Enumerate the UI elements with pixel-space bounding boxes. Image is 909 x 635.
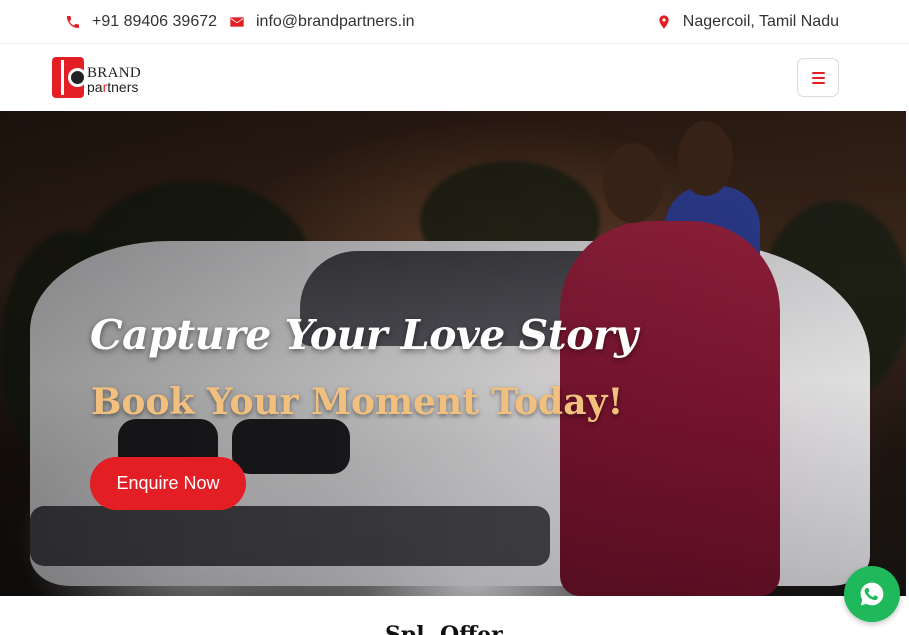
main-navbar: BRAND partners	[0, 44, 909, 111]
logo-wordmark: BRAND partners	[87, 66, 141, 95]
phone-icon	[67, 16, 79, 28]
phone-number: +91 89406 39672	[92, 13, 218, 30]
contact-email[interactable]: info@brandpartners.in	[229, 0, 415, 44]
logo-partners-text: partners	[87, 80, 141, 94]
hamburger-menu-icon-bar	[811, 76, 825, 79]
hamburger-menu-icon-bar	[811, 81, 825, 84]
location-text: Nagercoil, Tamil Nadu	[682, 13, 839, 30]
hero-title: Capture Your Love Story	[90, 311, 638, 359]
hamburger-menu-button[interactable]	[797, 58, 839, 97]
logo-partners-pre: pa	[87, 79, 103, 95]
hamburger-menu-icon	[811, 71, 825, 74]
logo-mark-icon	[52, 56, 87, 98]
contact-location: Nagercoil, Tamil Nadu	[656, 0, 839, 44]
top-contact-bar: +91 89406 39672 info@brandpartners.in Na…	[0, 0, 909, 44]
whatsapp-chat-button[interactable]	[844, 566, 900, 622]
envelope-icon	[230, 17, 244, 27]
hero-banner: Capture Your Love Story Book Your Moment…	[0, 111, 906, 596]
email-address: info@brandpartners.in	[256, 13, 415, 30]
brand-logo[interactable]: BRAND partners	[52, 56, 141, 98]
section-heading-peek: Spl. Offer	[385, 622, 503, 635]
contact-phone[interactable]: +91 89406 39672	[65, 0, 217, 44]
map-pin-icon	[659, 15, 669, 29]
logo-partners-post: tners	[107, 79, 139, 95]
hero-subtitle: Book Your Moment Today!	[91, 381, 624, 423]
enquire-now-button[interactable]: Enquire Now	[90, 457, 246, 510]
whatsapp-icon	[860, 582, 884, 606]
